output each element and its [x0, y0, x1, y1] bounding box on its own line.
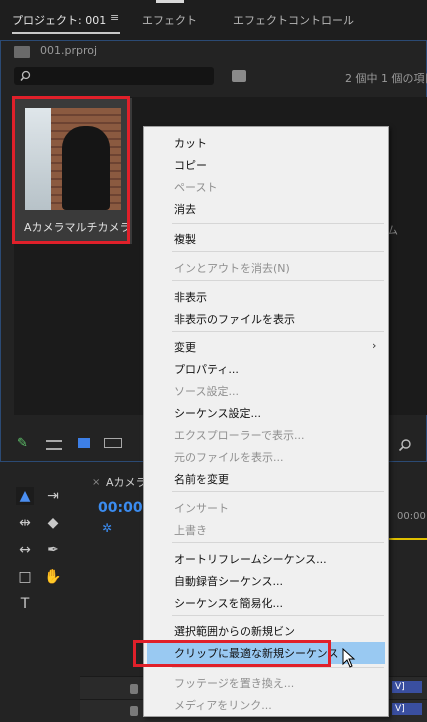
menu-item-insert[interactable]: インサート — [174, 500, 229, 516]
menu-item-source-settings[interactable]: ソース設定... — [174, 383, 239, 399]
work-area-bar[interactable] — [388, 538, 427, 540]
menu-item-overwrite[interactable]: 上書き — [174, 522, 207, 538]
search-input[interactable] — [14, 67, 214, 85]
menu-item-properties[interactable]: プロパティ... — [174, 361, 239, 377]
mouse-cursor-icon — [342, 648, 356, 668]
menu-item-sequence-settings[interactable]: シーケンス設定... — [174, 405, 261, 421]
sequence-tab[interactable]: Aカメラ — [106, 474, 147, 490]
icon-view-icon[interactable] — [78, 438, 90, 448]
pencil-icon[interactable]: ✎ — [17, 437, 31, 451]
lock-icon[interactable] — [130, 706, 138, 716]
menu-separator — [172, 542, 384, 543]
snap-icon[interactable]: ✲ — [102, 521, 112, 535]
new-bin-from-search-icon[interactable] — [232, 70, 246, 82]
menu-item-cut[interactable]: カット — [174, 135, 207, 151]
tab-effects[interactable]: エフェクト — [142, 12, 197, 28]
menu-item-duplicate[interactable]: 複製 — [174, 231, 196, 247]
playhead-timecode[interactable]: 00:00 — [98, 500, 143, 516]
menu-item-clear-in-out[interactable]: インとアウトを消去(N) — [174, 260, 290, 276]
pen-tool-icon[interactable]: ✒ — [44, 541, 62, 559]
menu-item-simplify-sequence[interactable]: シーケンスを簡易化... — [174, 595, 283, 611]
context-menu: カット コピー ペースト 消去 複製 インとアウトを消去(N) 非表示 非表示の… — [143, 126, 389, 717]
panel-menu-icon[interactable]: ≡ — [110, 11, 119, 24]
active-tab-underline — [12, 32, 120, 34]
submenu-arrow-icon: › — [372, 339, 377, 352]
menu-item-replace-footage[interactable]: フッテージを置き換え... — [174, 675, 294, 691]
selection-tool-icon[interactable]: ▲ — [16, 487, 34, 505]
rectangle-tool-icon[interactable]: □ — [16, 568, 34, 586]
project-file-name: 001.prproj — [40, 44, 98, 57]
menu-item-reveal-in-explorer[interactable]: エクスプローラーで表示... — [174, 427, 305, 443]
menu-item-show-hidden[interactable]: 非表示のファイルを表示 — [174, 311, 295, 327]
search-icon — [20, 70, 31, 81]
item-count: 2 個中 1 個の項目 — [345, 72, 427, 85]
list-view-icon[interactable] — [46, 440, 62, 450]
ripple-edit-tool-icon[interactable]: ⇹ — [16, 514, 34, 532]
menu-item-reveal-original[interactable]: 元のファイルを表示... — [174, 449, 284, 465]
menu-separator — [172, 491, 384, 492]
menu-item-paste[interactable]: ペースト — [174, 179, 217, 195]
tab-effect-controls[interactable]: エフェクトコントロール — [233, 12, 354, 28]
slip-tool-icon[interactable]: ↔ — [16, 541, 34, 559]
menu-item-auto-record[interactable]: 自動録音シーケンス... — [174, 573, 283, 589]
menu-item-rename[interactable]: 名前を変更 — [174, 471, 229, 487]
find-icon[interactable] — [398, 438, 412, 452]
lock-icon[interactable] — [130, 684, 138, 694]
menu-item-new-bin-from-selection[interactable]: 選択範囲からの新規ビン — [174, 623, 295, 639]
track-badge[interactable]: V] — [392, 681, 422, 693]
menu-item-link-media[interactable]: メディアをリンク... — [174, 697, 272, 713]
tab-project[interactable]: プロジェクト: 001 — [12, 12, 106, 28]
menu-separator — [172, 615, 384, 616]
annotation-box-menu-item — [133, 640, 331, 667]
menu-item-auto-reframe[interactable]: オートリフレームシーケンス... — [174, 551, 327, 567]
menu-separator — [172, 331, 384, 332]
menu-item-modify[interactable]: 変更 — [174, 339, 196, 355]
top-accent-bar — [156, 0, 184, 3]
annotation-box-clip — [12, 96, 130, 244]
menu-separator — [172, 223, 384, 224]
track-select-tool-icon[interactable]: ⇥ — [44, 487, 62, 505]
hand-tool-icon[interactable]: ✋ — [44, 568, 62, 586]
track-badge[interactable]: V] — [392, 703, 422, 715]
folder-icon — [14, 46, 30, 58]
menu-separator — [172, 251, 384, 252]
menu-item-copy[interactable]: コピー — [174, 157, 207, 173]
menu-item-hide[interactable]: 非表示 — [174, 289, 207, 305]
menu-item-clear[interactable]: 消去 — [174, 201, 196, 217]
tools-panel — [0, 463, 75, 717]
close-icon[interactable]: × — [92, 477, 100, 488]
razor-tool-icon[interactable]: ◆ — [44, 514, 62, 532]
menu-separator — [172, 280, 384, 281]
ruler-timecode: 00:00 — [397, 511, 426, 522]
type-tool-icon[interactable]: T — [16, 595, 34, 613]
freeform-view-icon[interactable] — [104, 438, 122, 448]
